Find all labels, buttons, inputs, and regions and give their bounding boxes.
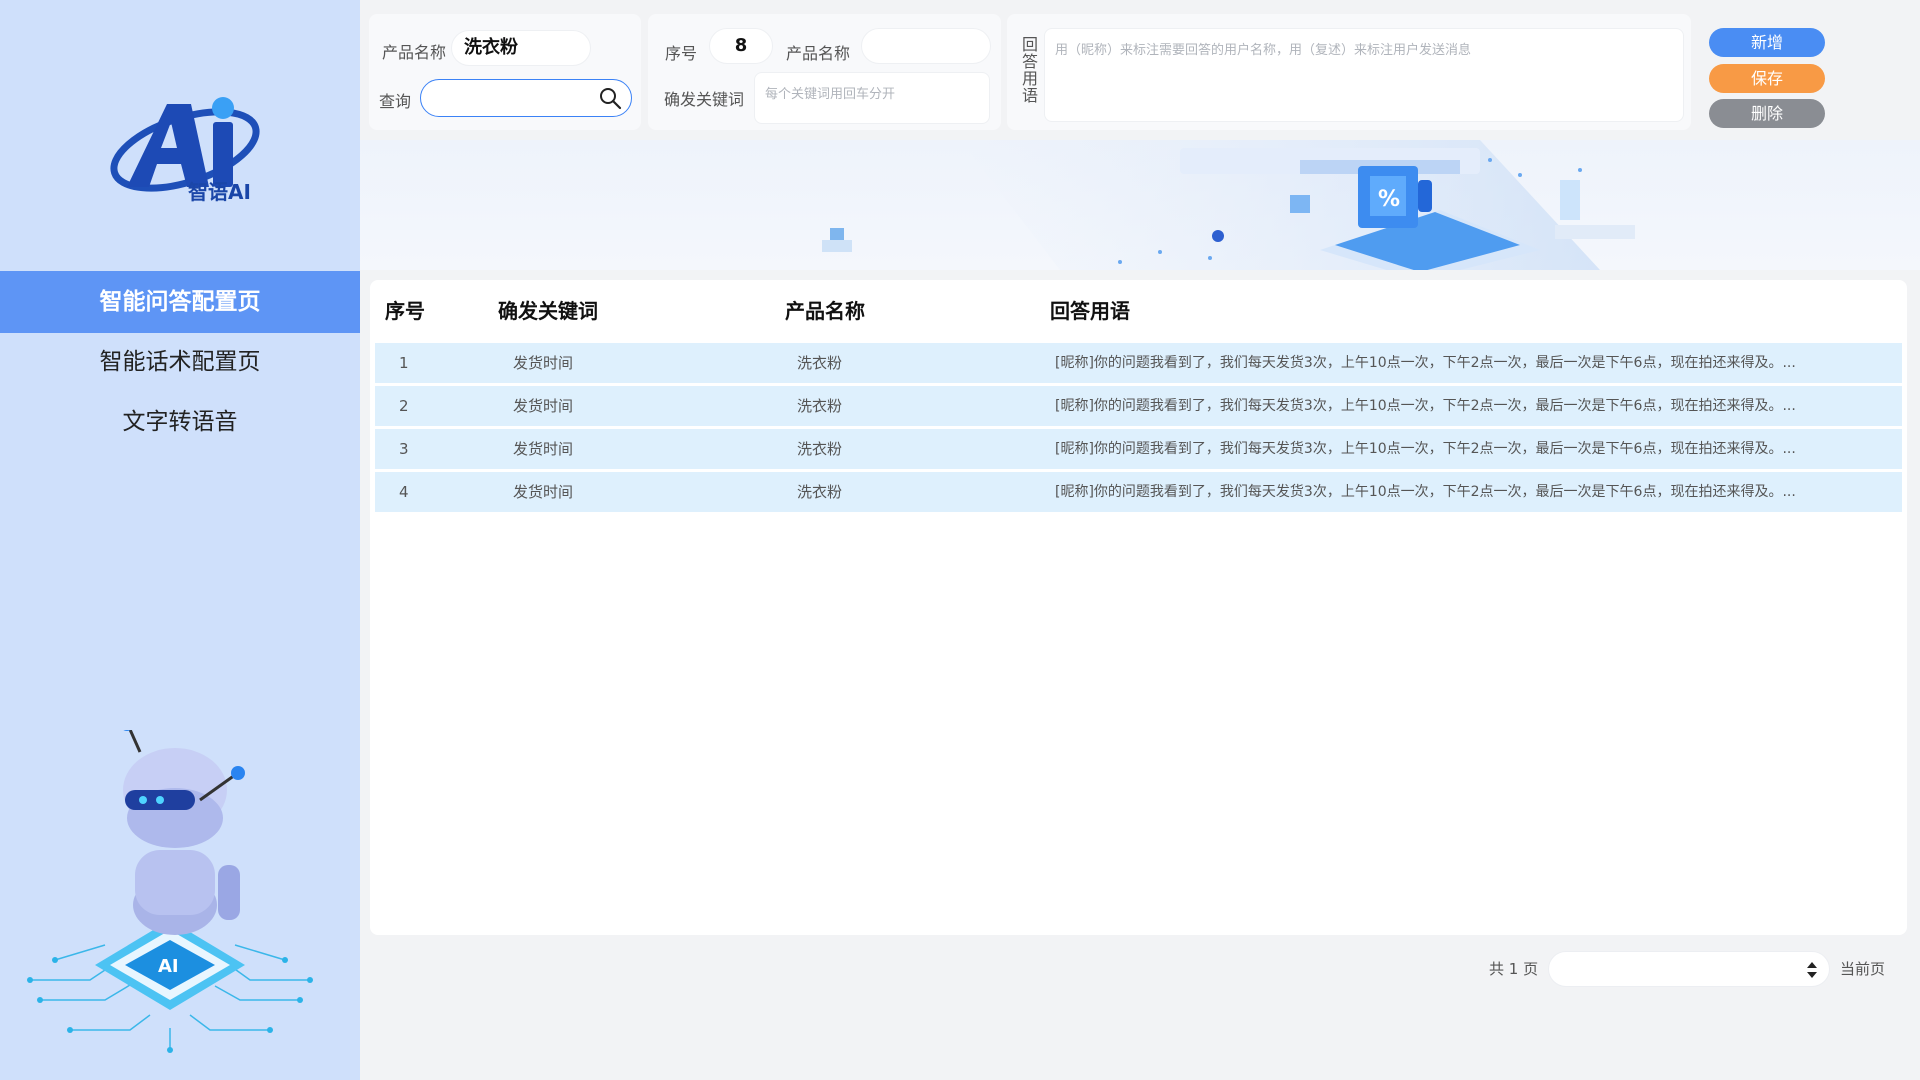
cell-product: 洗衣粉 — [797, 397, 843, 415]
cell-no: 4 — [399, 483, 409, 501]
decorative-banner: % — [360, 140, 1920, 270]
add-button[interactable]: 新增 — [1709, 28, 1825, 57]
nav-item-qa-config[interactable]: 智能问答配置页 — [0, 271, 360, 333]
table-header: 序号 确发关键词 产品名称 回答用语 — [370, 280, 1907, 342]
save-button[interactable]: 保存 — [1709, 64, 1825, 93]
pager-current-label: 当前页 — [1840, 960, 1886, 978]
table-row[interactable]: 2 发货时间 洗衣粉 [昵称]你的问题我看到了，我们每天发货3次，上午10点一次… — [375, 386, 1902, 426]
rule-edit-panel: 序号 8 产品名称 确发关键词 每个关键词用回车分开 — [648, 14, 1001, 130]
query-input[interactable] — [435, 80, 600, 114]
pager-total: 共 1 页 — [1489, 960, 1539, 978]
seq-field[interactable]: 8 — [709, 28, 773, 64]
col-header-product: 产品名称 — [785, 299, 865, 323]
table-row[interactable]: 3 发货时间 洗衣粉 [昵称]你的问题我看到了，我们每天发货3次，上午10点一次… — [375, 429, 1902, 469]
table-row[interactable]: 1 发货时间 洗衣粉 [昵称]你的问题我看到了，我们每天发货3次，上午10点一次… — [375, 343, 1902, 383]
product-name-label: 产品名称 — [382, 43, 447, 62]
cell-keyword: 发货时间 — [513, 397, 574, 415]
cell-no: 1 — [399, 354, 409, 372]
search-icon[interactable] — [598, 86, 622, 110]
cell-keyword: 发货时间 — [513, 440, 574, 458]
keyword-field[interactable]: 每个关键词用回车分开 — [754, 72, 990, 124]
col-header-no: 序号 — [385, 299, 425, 323]
cell-answer: [昵称]你的问题我看到了，我们每天发货3次，上午10点一次，下午2点一次，最后一… — [1055, 355, 1796, 371]
query-label: 查询 — [379, 92, 412, 111]
qa-table: 序号 确发关键词 产品名称 回答用语 1 发货时间 洗衣粉 [昵称]你的问题我看… — [370, 280, 1907, 935]
col-header-keyword: 确发关键词 — [498, 299, 598, 323]
product-name-field-2[interactable] — [861, 28, 991, 64]
brand-name: 智语AI — [188, 180, 251, 204]
nav-item-script-config[interactable]: 智能话术配置页 — [0, 331, 360, 393]
keyword-label: 确发关键词 — [664, 90, 745, 109]
nav-item-text-to-speech[interactable]: 文字转语音 — [0, 391, 360, 453]
sidebar: 智语AI 智能问答配置页 智能话术配置页 文字转语音 AI — [0, 0, 360, 1080]
product-name-label-2: 产品名称 — [786, 44, 851, 63]
cell-product: 洗衣粉 — [797, 483, 843, 501]
cell-answer: [昵称]你的问题我看到了，我们每天发货3次，上午10点一次，下午2点一次，最后一… — [1055, 441, 1796, 457]
cell-product: 洗衣粉 — [797, 354, 843, 372]
sort-arrows-icon[interactable] — [1805, 961, 1819, 979]
cell-no: 3 — [399, 440, 409, 458]
cell-keyword: 发货时间 — [513, 483, 574, 501]
cell-keyword: 发货时间 — [513, 354, 574, 372]
robot-illustration: AI — [27, 730, 313, 1053]
side-nav: 智能问答配置页 智能话术配置页 文字转语音 — [0, 271, 360, 451]
cell-no: 2 — [399, 397, 409, 415]
table-body: 1 发货时间 洗衣粉 [昵称]你的问题我看到了，我们每天发货3次，上午10点一次… — [375, 343, 1902, 515]
product-query-panel: 产品名称 洗衣粉 查询 — [369, 14, 641, 130]
shopping-illustration: % — [822, 140, 1635, 270]
product-name-field[interactable]: 洗衣粉 — [451, 30, 591, 66]
cell-answer: [昵称]你的问题我看到了，我们每天发货3次，上午10点一次，下午2点一次，最后一… — [1055, 398, 1796, 414]
query-search-box — [420, 79, 632, 117]
cell-product: 洗衣粉 — [797, 440, 843, 458]
answer-field[interactable]: 用（昵称）来标注需要回答的用户名称，用（复述）来标注用户发送消息 — [1044, 28, 1684, 122]
table-row[interactable]: 4 发货时间 洗衣粉 [昵称]你的问题我看到了，我们每天发货3次，上午10点一次… — [375, 472, 1902, 512]
answer-label: 回答用语 — [1021, 35, 1038, 105]
svg-text:AI: AI — [158, 956, 179, 977]
page-select[interactable] — [1548, 951, 1830, 987]
svg-text:%: % — [1378, 187, 1400, 212]
seq-label: 序号 — [665, 44, 698, 63]
delete-button[interactable]: 删除 — [1709, 99, 1825, 128]
col-header-answer: 回答用语 — [1050, 299, 1130, 323]
cell-answer: [昵称]你的问题我看到了，我们每天发货3次，上午10点一次，下午2点一次，最后一… — [1055, 484, 1796, 500]
answer-panel: 回答用语 用（昵称）来标注需要回答的用户名称，用（复述）来标注用户发送消息 — [1007, 14, 1691, 130]
